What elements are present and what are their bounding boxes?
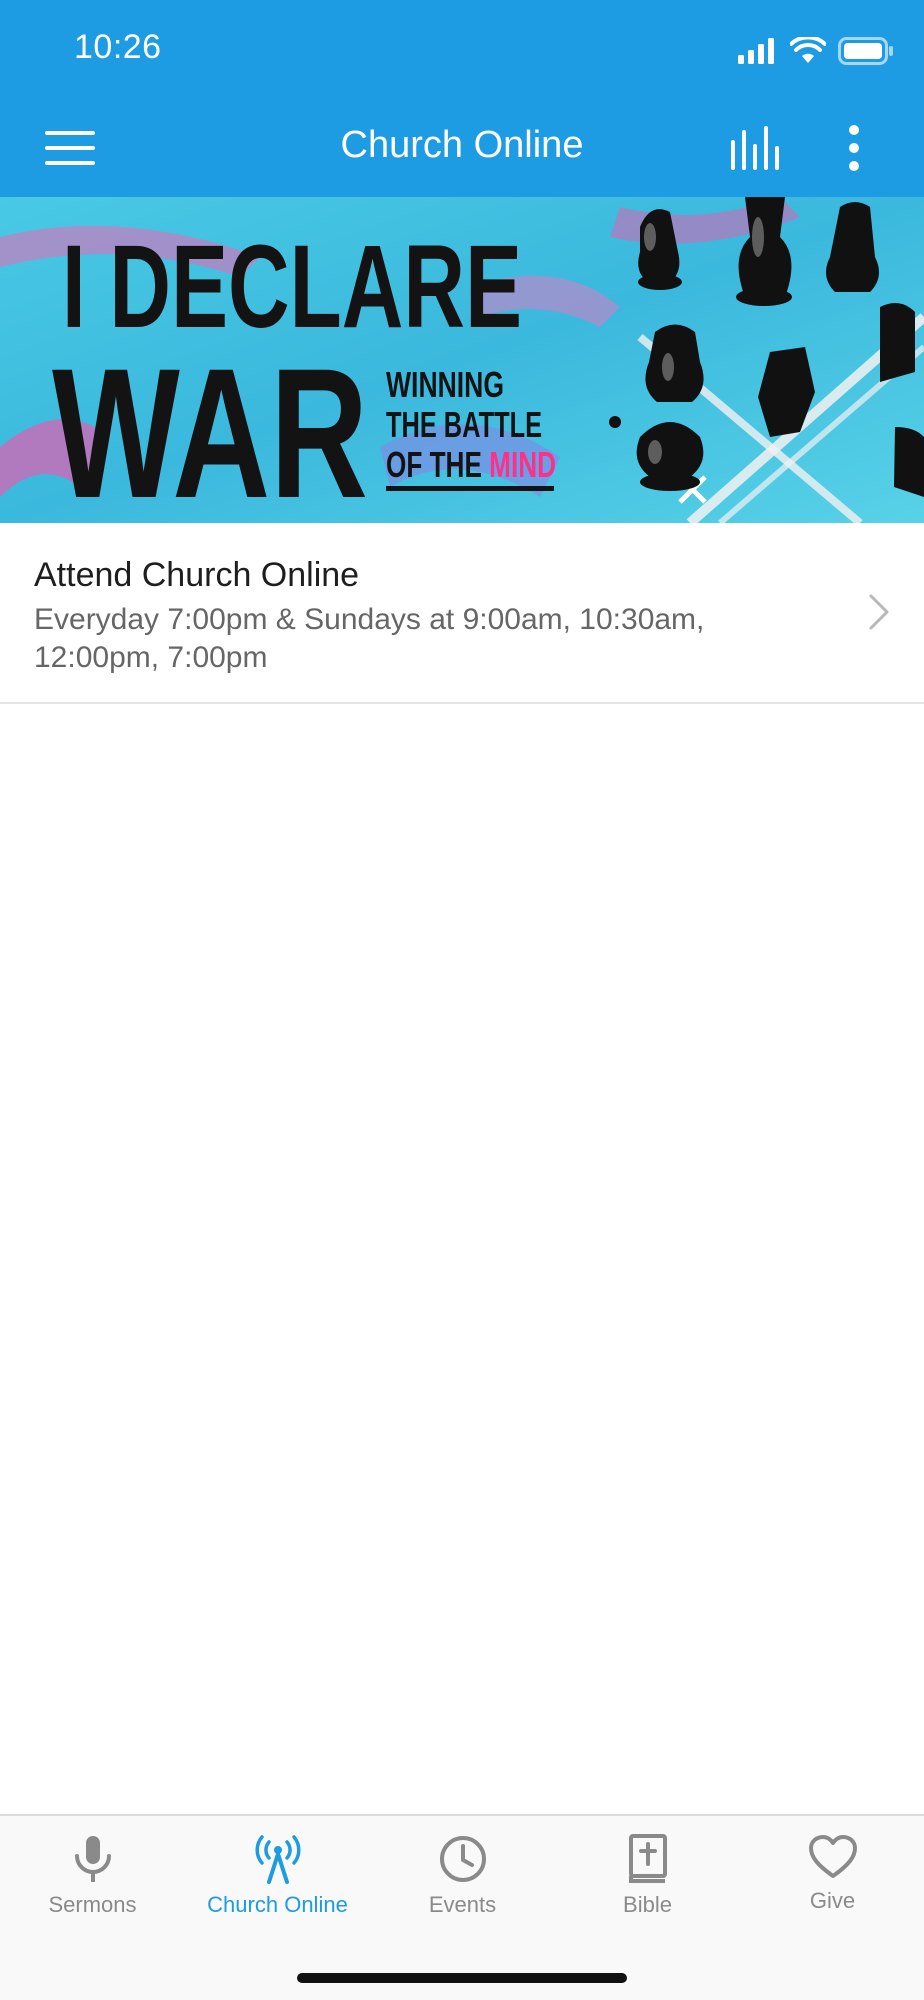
banner-tagline-2: THE BATTLE <box>386 404 542 445</box>
banner-artwork: I DECLARE WAR WINNING THE BATTLE OF THE … <box>0 197 924 523</box>
banner-title-line2: WAR <box>52 331 368 523</box>
audio-button[interactable] <box>722 120 790 176</box>
tab-events[interactable]: Events <box>370 1816 555 1936</box>
list-item-title: Attend Church Online <box>34 556 360 594</box>
tab-label: Bible <box>623 1892 672 1917</box>
chevron-right-icon <box>869 594 889 630</box>
tab-give[interactable]: Give <box>740 1816 924 1936</box>
tab-label: Give <box>809 1888 856 1913</box>
wifi-icon <box>790 37 826 63</box>
tab-church-online[interactable]: Church Online <box>185 1816 370 1936</box>
tab-sermons[interactable]: Sermons <box>0 1816 185 1936</box>
banner-tagline-3a: OF THE <box>386 444 489 485</box>
app-header: 10:26 Church Online <box>0 0 924 197</box>
tab-label: Events <box>428 1892 497 1917</box>
sermon-series-banner[interactable]: I DECLARE WAR WINNING THE BATTLE OF THE … <box>0 197 924 523</box>
list-item[interactable]: Attend Church Online Everyday 7:00pm & S… <box>0 523 924 704</box>
audio-levels-icon <box>731 126 779 170</box>
status-icons <box>738 36 894 66</box>
clock-icon <box>439 1836 486 1882</box>
banner-tagline-3: OF THE MIND <box>386 444 556 485</box>
banner-tagline-3b: MIND <box>489 444 556 485</box>
tab-bible[interactable]: Bible <box>555 1816 740 1936</box>
broadcast-tower-icon <box>254 1835 301 1884</box>
microphone-icon <box>74 1836 111 1882</box>
more-options-button[interactable] <box>836 120 872 176</box>
home-indicator <box>297 1973 627 1983</box>
more-vertical-icon <box>849 125 859 171</box>
banner-tagline-1: WINNING <box>386 364 504 405</box>
status-time: 10:26 <box>74 28 162 66</box>
cellular-signal-icon <box>738 38 774 64</box>
battery-icon <box>838 37 893 65</box>
list-item-subtitle: Everyday 7:00pm & Sundays at 9:00am, 10:… <box>34 603 705 674</box>
tab-label: Sermons <box>48 1892 137 1917</box>
bible-icon <box>628 1834 667 1883</box>
heart-icon <box>808 1835 857 1878</box>
tab-label: Church Online <box>207 1892 348 1917</box>
